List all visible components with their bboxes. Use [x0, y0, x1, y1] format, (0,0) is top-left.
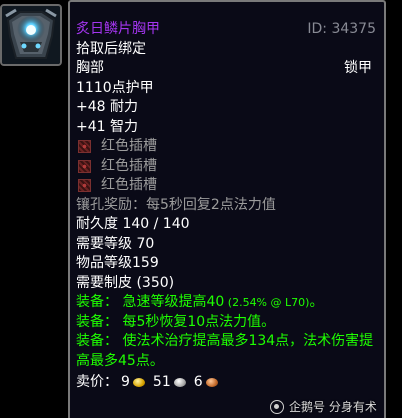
- sell-label: 卖价：: [76, 374, 118, 390]
- socket-bonus: 镶孔奖励：每5秒回复2点法力值: [76, 196, 276, 213]
- socket-row: 红色插槽: [76, 176, 378, 196]
- equip-text: 急速等级提高40: [122, 294, 225, 310]
- sell-silver: 51: [152, 374, 171, 390]
- chest-armor-icon: [0, 4, 62, 66]
- stat-intellect: +41 智力: [76, 118, 138, 135]
- equip-rating-detail: (2.54% @ L70): [224, 296, 310, 309]
- socket-label: 红色插槽: [101, 157, 157, 174]
- sell-price: 卖价： 9 51 6: [76, 373, 378, 393]
- watermark: 企鹅号 分身有术: [270, 398, 377, 415]
- socket-label: 红色插槽: [101, 138, 157, 154]
- equip-effect-spell-power: 装备： 使法术治疗提高最多134点，法术伤害提高最多45点。: [76, 332, 378, 371]
- red-socket-icon: [78, 140, 91, 154]
- gold-coin-icon: [132, 378, 145, 388]
- armor-value: 1110点护甲: [76, 79, 154, 96]
- equip-text: 使法术治疗提高最多134点，法术伤害提高最多45点。: [76, 333, 374, 369]
- slot-row: 胸部 锁甲: [76, 59, 378, 79]
- watermark-logo-icon: [270, 399, 284, 414]
- item-tooltip: 炙日鳞片胸甲 ID: 34375 拾取后绑定 胸部 锁甲 1110点护甲 +48…: [68, 0, 386, 418]
- armor-type: 锁甲: [344, 60, 372, 76]
- stat-stamina: +48 耐力: [76, 99, 138, 115]
- required-level: 需要等级 70: [76, 235, 155, 252]
- tooltip-screen: 炙日鳞片胸甲 ID: 34375 拾取后绑定 胸部 锁甲 1110点护甲 +48…: [0, 0, 402, 418]
- durability: 耐久度 140 / 140: [76, 216, 190, 232]
- copper-coin-icon: [205, 378, 218, 388]
- equip-suffix: 。: [309, 294, 324, 310]
- equip-prefix: 装备：: [76, 333, 118, 349]
- sell-copper: 6: [193, 374, 203, 390]
- silver-coin-icon: [173, 378, 186, 388]
- equip-effect-mana-regen: 装备： 每5秒恢复10点法力值。: [76, 313, 378, 333]
- sell-gold: 9: [121, 374, 130, 390]
- socket-row: 红色插槽: [76, 157, 378, 177]
- required-skill: 需要制皮 (350): [76, 274, 175, 291]
- red-socket-icon: [78, 159, 91, 173]
- bind-type: 拾取后绑定: [76, 40, 146, 57]
- equip-prefix: 装备：: [76, 294, 118, 310]
- equip-prefix: 装备：: [76, 313, 118, 330]
- slot-label: 胸部: [76, 60, 104, 76]
- socket-row: 红色插槽: [76, 137, 378, 157]
- item-level: 物品等级159: [76, 255, 159, 271]
- equip-effect-haste: 装备： 急速等级提高40 (2.54% @ L70)。: [76, 293, 378, 313]
- socket-label: 红色插槽: [101, 177, 157, 193]
- watermark-text: 企鹅号 分身有术: [289, 400, 377, 414]
- equip-text: 每5秒恢复10点法力值。: [122, 313, 276, 330]
- item-id: ID: 34375: [307, 21, 376, 37]
- red-socket-icon: [78, 179, 91, 193]
